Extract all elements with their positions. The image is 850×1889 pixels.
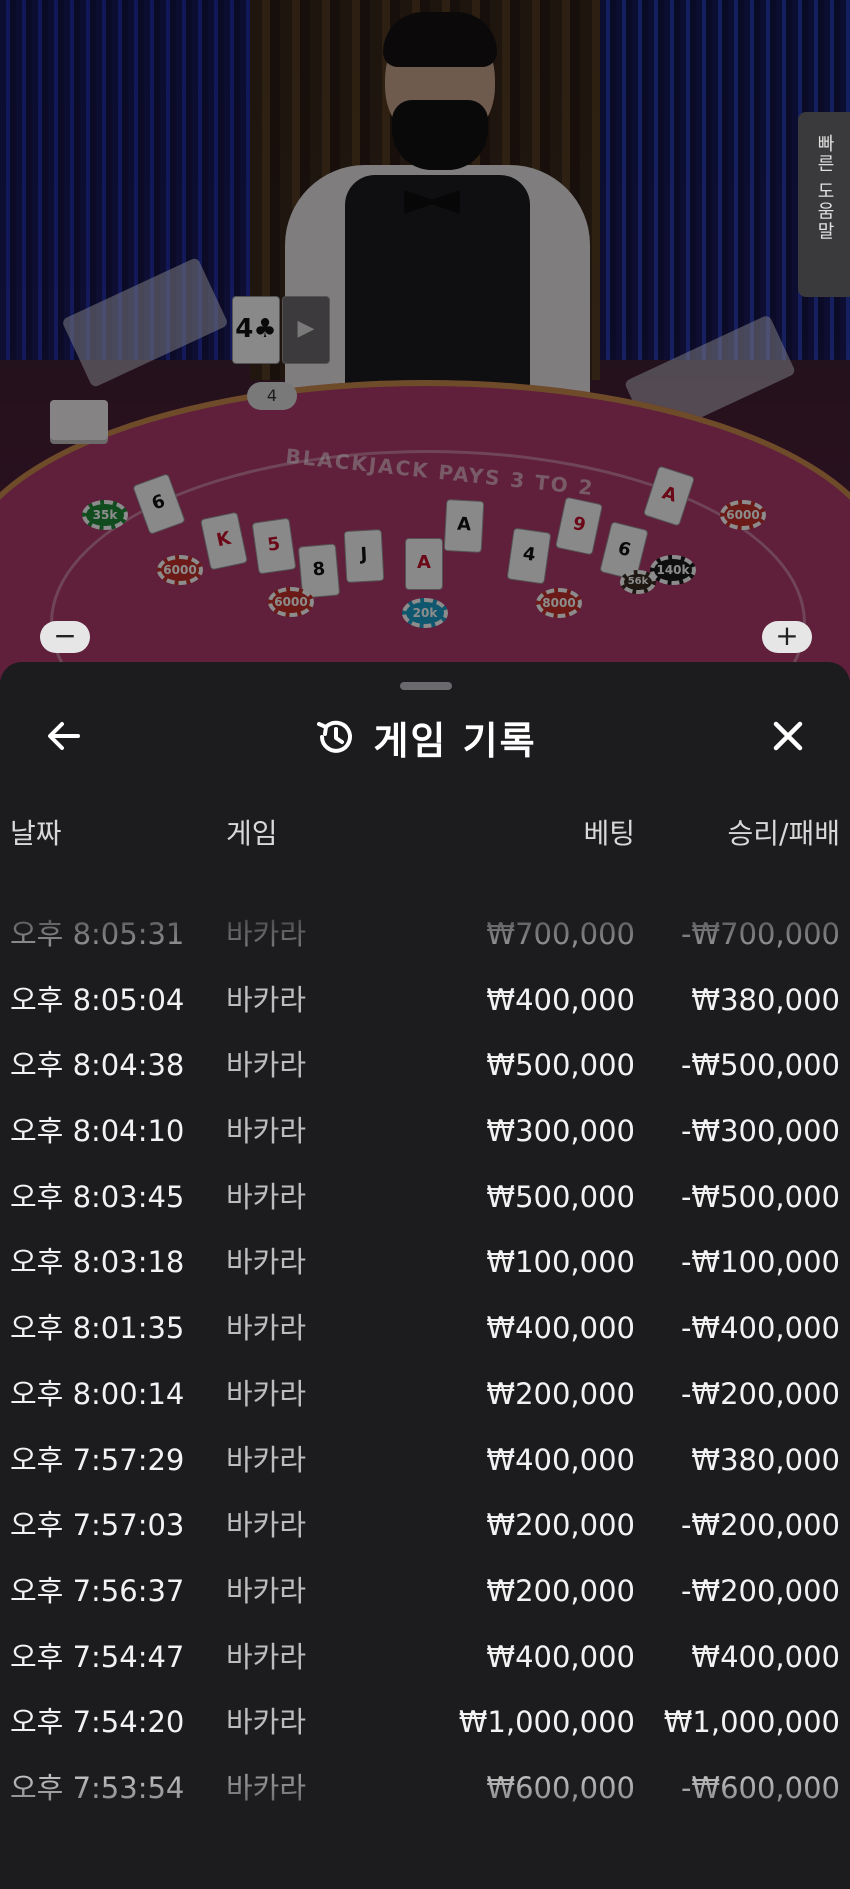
column-header-date[interactable]: 날짜	[10, 812, 62, 852]
live-game-video: BLACKJACK PAYS 3 TO 2 4♣ ▶ 4 6 K 5 8 J A…	[0, 0, 850, 680]
row-result: -₩500,000	[680, 1048, 840, 1083]
row-game: 바카라	[226, 1573, 307, 1608]
table-row[interactable]: 오후 7:54:20 바카라 ₩1,000,000 ₩1,000,000	[0, 1690, 850, 1756]
row-game: 바카라	[226, 1442, 307, 1477]
row-bet: ₩500,000	[486, 1179, 635, 1214]
dim-overlay	[0, 0, 850, 680]
row-bet: ₩200,000	[486, 1573, 635, 1608]
row-result: -₩100,000	[680, 1245, 840, 1280]
row-game: 바카라	[226, 1048, 307, 1083]
row-date: 오후 7:57:29	[10, 1442, 185, 1477]
table-row[interactable]: 오후 8:04:38 바카라 ₩500,000 -₩500,000	[0, 1033, 850, 1099]
row-game: 바카라	[226, 1770, 307, 1805]
row-date: 오후 7:57:03	[10, 1508, 185, 1543]
row-bet: ₩400,000	[486, 1311, 635, 1346]
game-history-sheet: 게임 기록 날짜 게임 베팅 승리/패배 오후 8:05:31 바카라 ₩700,0…	[0, 662, 850, 1889]
row-date: 오후 8:03:45	[10, 1179, 185, 1214]
row-date: 오후 8:00:14	[10, 1376, 185, 1411]
row-date: 오후 8:01:35	[10, 1311, 185, 1346]
row-game: 바카라	[226, 1376, 307, 1411]
row-bet: ₩200,000	[486, 1508, 635, 1543]
row-result: -₩200,000	[680, 1508, 840, 1543]
column-header-game[interactable]: 게임	[226, 812, 278, 852]
row-game: 바카라	[226, 1311, 307, 1346]
row-date: 오후 8:05:31	[10, 917, 185, 951]
row-date: 오후 7:53:54	[10, 1770, 185, 1805]
history-list[interactable]: 오후 8:05:31 바카라 ₩700,000 -₩700,000 오후 8:05:04…	[0, 902, 850, 1822]
row-result: ₩380,000	[691, 1442, 840, 1477]
close-button[interactable]	[764, 712, 812, 760]
table-row[interactable]: 오후 7:57:29 바카라 ₩400,000 ₩380,000	[0, 1428, 850, 1494]
row-date: 오후 8:03:18	[10, 1245, 185, 1280]
table-row[interactable]: 오후 7:53:54 바카라 ₩600,000 -₩600,000	[0, 1756, 850, 1822]
row-date: 오후 8:04:10	[10, 1114, 185, 1149]
row-game: 바카라	[226, 1245, 307, 1280]
row-bet: ₩300,000	[486, 1114, 635, 1149]
row-bet: ₩1,000,000	[458, 1705, 635, 1740]
table-header: 날짜 게임 베팅 승리/패배	[0, 812, 850, 862]
row-result: -₩600,000	[680, 1770, 840, 1805]
table-row[interactable]: 오후 8:00:14 바카라 ₩200,000 -₩200,000	[0, 1362, 850, 1428]
close-icon	[773, 721, 803, 751]
row-game: 바카라	[226, 917, 307, 951]
column-header-result[interactable]: 승리/패배	[728, 812, 840, 852]
zoom-out-button[interactable]: −	[40, 621, 90, 653]
zoom-in-button[interactable]: +	[762, 621, 812, 653]
table-row[interactable]: 오후 7:56:37 바카라 ₩200,000 -₩200,000	[0, 1559, 850, 1625]
table-row[interactable]: 오후 7:54:47 바카라 ₩400,000 ₩400,000	[0, 1625, 850, 1691]
row-game: 바카라	[226, 1639, 307, 1674]
page-title: 게임 기록	[373, 718, 537, 763]
row-game: 바카라	[226, 1508, 307, 1543]
row-bet: ₩100,000	[486, 1245, 635, 1280]
row-result: -₩500,000	[680, 1179, 840, 1214]
table-row[interactable]: 오후 8:03:45 바카라 ₩500,000 -₩500,000	[0, 1165, 850, 1231]
row-date: 오후 8:04:38	[10, 1048, 185, 1083]
row-result: -₩400,000	[680, 1311, 840, 1346]
row-result: ₩1,000,000	[663, 1705, 840, 1740]
table-row[interactable]: 오후 8:05:04 바카라 ₩400,000 ₩380,000	[0, 968, 850, 1034]
row-game: 바카라	[226, 1179, 307, 1214]
row-date: 오후 7:54:20	[10, 1705, 185, 1740]
row-bet: ₩200,000	[486, 1376, 635, 1411]
table-row[interactable]: 오후 8:05:31 바카라 ₩700,000 -₩700,000	[0, 902, 850, 968]
sheet-header: 게임 기록	[0, 707, 850, 767]
row-bet: ₩400,000	[486, 982, 635, 1017]
row-result: -₩300,000	[680, 1114, 840, 1149]
row-game: 바카라	[226, 1114, 307, 1149]
table-row[interactable]: 오후 7:57:03 바카라 ₩200,000 -₩200,000	[0, 1493, 850, 1559]
row-bet: ₩700,000	[486, 917, 635, 951]
quick-help-tab[interactable]: 빠른 도움말	[798, 112, 850, 297]
column-header-bet[interactable]: 베팅	[583, 812, 635, 852]
row-result: -₩700,000	[680, 917, 840, 951]
sheet-drag-handle[interactable]	[400, 682, 452, 690]
row-date: 오후 7:56:37	[10, 1573, 185, 1608]
row-bet: ₩400,000	[486, 1442, 635, 1477]
table-row[interactable]: 오후 8:03:18 바카라 ₩100,000 -₩100,000	[0, 1230, 850, 1296]
history-icon	[317, 720, 353, 753]
row-game: 바카라	[226, 982, 307, 1017]
quick-help-label: 빠른 도움말	[814, 134, 835, 242]
row-bet: ₩400,000	[486, 1639, 635, 1674]
row-bet: ₩500,000	[486, 1048, 635, 1083]
row-date: 오후 8:05:04	[10, 982, 185, 1017]
row-result: -₩200,000	[680, 1376, 840, 1411]
table-row[interactable]: 오후 8:01:35 바카라 ₩400,000 -₩400,000	[0, 1296, 850, 1362]
row-result: ₩380,000	[691, 982, 840, 1017]
row-result: -₩200,000	[680, 1573, 840, 1608]
table-row[interactable]: 오후 8:04:10 바카라 ₩300,000 -₩300,000	[0, 1099, 850, 1165]
row-result: ₩400,000	[691, 1639, 840, 1674]
row-date: 오후 7:54:47	[10, 1639, 185, 1674]
row-bet: ₩600,000	[486, 1770, 635, 1805]
row-game: 바카라	[226, 1705, 307, 1740]
